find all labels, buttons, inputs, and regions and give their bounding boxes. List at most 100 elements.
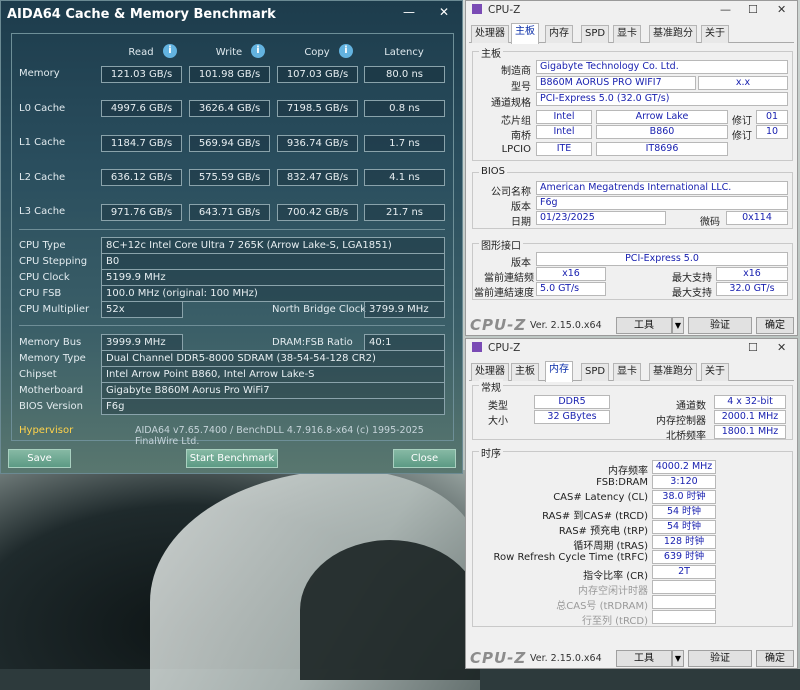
cpu-fsb-label: CPU FSB — [19, 288, 62, 299]
cpu-clock-label: CPU Clock — [19, 272, 70, 283]
close-icon[interactable]: ✕ — [439, 5, 449, 19]
ok-button[interactable]: 确定 — [756, 317, 794, 334]
bios-version-label: BIOS Version — [19, 401, 83, 412]
l2-read-value: 636.12 GB/s — [101, 169, 182, 186]
tools-dropdown-icon[interactable]: ▼ — [672, 650, 684, 667]
maximize-button[interactable]: ☐ — [748, 341, 758, 354]
max-speed-value: 32.0 GT/s — [716, 282, 788, 296]
cpu-clock-value: 5199.9 MHz — [101, 269, 445, 286]
tab-spd[interactable]: SPD — [581, 25, 610, 43]
microcode-value: 0x114 — [726, 211, 788, 225]
row-label-l3: L3 Cache — [19, 206, 66, 217]
timing-value: 4000.2 MHz — [652, 460, 716, 474]
window-title: CPU-Z — [472, 4, 520, 20]
write-info-icon[interactable]: i — [251, 44, 265, 58]
chipset-name: Arrow Lake — [596, 110, 728, 124]
dram-ratio-value: 40:1 — [364, 334, 445, 351]
link-width-label: 當前連結频 — [484, 273, 534, 284]
lpcio-name: IT8696 — [596, 142, 728, 156]
tab-mainboard[interactable]: 主板 — [511, 23, 539, 44]
memory-type-value: Dual Channel DDR5-8000 SDRAM (38-54-54-1… — [101, 350, 445, 367]
timing-value-empty — [652, 610, 716, 624]
validate-button[interactable]: 验证 — [688, 650, 752, 667]
manufacturer-value: Gigabyte Technology Co. Ltd. — [536, 60, 788, 74]
l3-copy-value: 700.42 GB/s — [277, 204, 358, 221]
cpu-multiplier-label: CPU Multiplier — [19, 304, 90, 315]
hypervisor-link[interactable]: Hypervisor — [19, 425, 73, 436]
tools-button[interactable]: 工具 — [616, 650, 672, 667]
cpu-type-value: 8C+12c Intel Core Ultra 7 265K (Arrow La… — [101, 237, 445, 254]
read-info-icon[interactable]: i — [163, 44, 177, 58]
l0-write-value: 3626.4 GB/s — [189, 100, 270, 117]
model-value: B860M AORUS PRO WIFI7 — [536, 76, 696, 90]
minimize-button[interactable]: — — [720, 3, 731, 16]
chipset-rev: 01 — [756, 110, 788, 124]
timing-label: FSB:DRAM — [596, 477, 648, 488]
version-copyright: AIDA64 v7.65.7400 / BenchDLL 4.7.916.8-x… — [135, 425, 424, 447]
cpuz-app-icon — [472, 342, 482, 352]
aida64-benchmark-window: AIDA64 Cache & Memory Benchmark — ✕ Read… — [0, 0, 463, 474]
model-label: 型号 — [511, 82, 531, 93]
group-title: 常规 — [479, 379, 503, 394]
chipset-label: Chipset — [19, 369, 57, 380]
l1-copy-value: 936.74 GB/s — [277, 135, 358, 152]
tab-about[interactable]: 关于 — [701, 363, 729, 381]
l1-read-value: 1184.7 GB/s — [101, 135, 182, 152]
memory-bus-label: Memory Bus — [19, 337, 82, 348]
window-title: CPU-Z — [472, 342, 520, 358]
tab-mainboard[interactable]: 主板 — [511, 363, 539, 381]
tab-cpu[interactable]: 处理器 — [471, 25, 509, 43]
tab-memory[interactable]: 内存 — [545, 25, 573, 43]
tab-spd[interactable]: SPD — [581, 363, 610, 381]
row-label-memory: Memory — [19, 68, 60, 79]
nb-freq-value: 1800.1 MHz — [714, 425, 786, 439]
timing-value: 639 时钟 — [652, 550, 716, 564]
copy-info-icon[interactable]: i — [339, 44, 353, 58]
validate-button[interactable]: 验证 — [688, 317, 752, 334]
tab-about[interactable]: 关于 — [701, 25, 729, 43]
save-button[interactable]: Save — [8, 449, 71, 468]
tab-bench[interactable]: 基准跑分 — [649, 363, 697, 381]
southbridge-rev-label: 修订 — [732, 131, 752, 142]
close-icon[interactable]: ✕ — [777, 341, 786, 354]
tab-bench[interactable]: 基准跑分 — [649, 25, 697, 43]
close-icon[interactable]: ✕ — [777, 3, 786, 16]
max-width-label: 最大支持 — [672, 273, 712, 284]
bios-version-value: F6g — [101, 398, 445, 415]
minimize-button[interactable]: — — [403, 5, 415, 19]
memory-type-label: 类型 — [488, 401, 508, 412]
motherboard-label: Motherboard — [19, 385, 84, 396]
start-benchmark-button[interactable]: Start Benchmark — [186, 449, 278, 468]
tools-button[interactable]: 工具 — [616, 317, 672, 334]
close-button[interactable]: Close — [393, 449, 456, 468]
maximize-button[interactable]: ☐ — [748, 3, 758, 16]
cpuz-logo: CPU-Z — [470, 649, 527, 667]
tab-memory[interactable]: 内存 — [545, 361, 573, 382]
timing-value: 54 时钟 — [652, 505, 716, 519]
timing-label-disabled: 行至列 (tRCD) — [581, 616, 648, 627]
mc-freq-label: 内存控制器 — [656, 416, 706, 427]
footer-bar: CPU-Z Ver. 2.15.0.x64 工具 ▼ 验证 确定 — [466, 648, 797, 670]
timing-label: CAS# Latency (CL) — [553, 492, 648, 503]
motherboard-value: Gigabyte B860M Aorus Pro WiFi7 — [101, 382, 445, 399]
wallpaper-swirl-shadow — [300, 540, 480, 680]
tab-graphics[interactable]: 显卡 — [613, 25, 641, 43]
max-speed-label: 最大支持 — [672, 288, 712, 299]
tab-graphics[interactable]: 显卡 — [613, 363, 641, 381]
cpu-stepping-label: CPU Stepping — [19, 256, 88, 267]
l2-write-value: 575.59 GB/s — [189, 169, 270, 186]
chipset-vendor: Intel — [536, 110, 592, 124]
lpcio-vendor: ITE — [536, 142, 592, 156]
timing-label: RAS# 到CAS# (tRCD) — [542, 511, 648, 522]
tools-dropdown-icon[interactable]: ▼ — [672, 317, 684, 334]
bios-version-label: 版本 — [511, 202, 531, 213]
cpu-fsb-value: 100.0 MHz (original: 100 MHz) — [101, 285, 445, 302]
l1-write-value: 569.94 GB/s — [189, 135, 270, 152]
l2-latency-value: 4.1 ns — [364, 169, 445, 186]
timing-value: 3:120 — [652, 475, 716, 489]
nb-freq-label: 北桥频率 — [666, 431, 706, 442]
ok-button[interactable]: 确定 — [756, 650, 794, 667]
l0-latency-value: 0.8 ns — [364, 100, 445, 117]
memory-bus-value: 3999.9 MHz — [101, 334, 183, 351]
memory-size-label: 大小 — [488, 416, 508, 427]
